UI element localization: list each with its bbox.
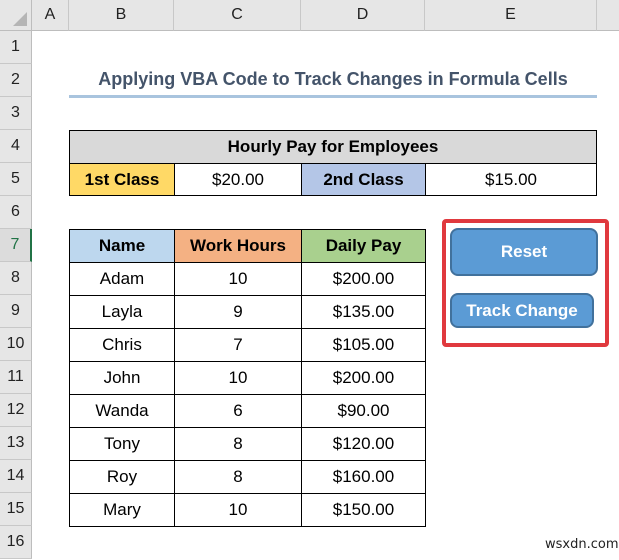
hours-cell[interactable]: 7 bbox=[174, 328, 302, 362]
row-header-9[interactable]: 9 bbox=[0, 295, 32, 328]
hours-cell[interactable]: 10 bbox=[174, 262, 302, 296]
row-header-15[interactable]: 15 bbox=[0, 493, 32, 526]
work-hours-column-header: Work Hours bbox=[174, 229, 302, 263]
name-cell[interactable]: John bbox=[69, 361, 175, 395]
row-header-2[interactable]: 2 bbox=[0, 64, 32, 97]
row-header-4[interactable]: 4 bbox=[0, 130, 32, 163]
name-cell[interactable]: Mary bbox=[69, 493, 175, 527]
pay-cell[interactable]: $150.00 bbox=[301, 493, 426, 527]
column-header-c[interactable]: C bbox=[174, 0, 301, 31]
class1-label: 1st Class bbox=[69, 163, 175, 196]
row-header-11[interactable]: 11 bbox=[0, 361, 32, 394]
sheet-title: Applying VBA Code to Track Changes in Fo… bbox=[98, 69, 568, 89]
row-header-3[interactable]: 3 bbox=[0, 97, 32, 130]
pay-cell[interactable]: $200.00 bbox=[301, 361, 426, 395]
pay-cell[interactable]: $105.00 bbox=[301, 328, 426, 362]
name-cell[interactable]: Wanda bbox=[69, 394, 175, 428]
class1-value[interactable]: $20.00 bbox=[174, 163, 302, 196]
row-header-7[interactable]: 7 bbox=[0, 229, 32, 262]
name-column-header: Name bbox=[69, 229, 175, 263]
title-underline bbox=[69, 95, 597, 98]
hourly-pay-header: Hourly Pay for Employees bbox=[69, 130, 597, 164]
track-change-button[interactable]: Track Change bbox=[450, 293, 594, 328]
row-header-6[interactable]: 6 bbox=[0, 196, 32, 229]
column-header-b[interactable]: B bbox=[69, 0, 174, 31]
hours-cell[interactable]: 9 bbox=[174, 295, 302, 329]
hours-cell[interactable]: 8 bbox=[174, 427, 302, 461]
column-header-d[interactable]: D bbox=[301, 0, 425, 31]
row-header-13[interactable]: 13 bbox=[0, 427, 32, 460]
class2-value[interactable]: $15.00 bbox=[425, 163, 597, 196]
daily-pay-column-header: Daily Pay bbox=[301, 229, 426, 263]
column-header-f[interactable] bbox=[597, 0, 619, 31]
row-header-10[interactable]: 10 bbox=[0, 328, 32, 361]
hours-cell[interactable]: 6 bbox=[174, 394, 302, 428]
pay-cell[interactable]: $200.00 bbox=[301, 262, 426, 296]
name-cell[interactable]: Layla bbox=[69, 295, 175, 329]
pay-cell[interactable]: $120.00 bbox=[301, 427, 426, 461]
column-header-e[interactable]: E bbox=[425, 0, 597, 31]
row-header-12[interactable]: 12 bbox=[0, 394, 32, 427]
reset-button[interactable]: Reset bbox=[450, 228, 598, 276]
hours-cell[interactable]: 10 bbox=[174, 493, 302, 527]
row-header-5[interactable]: 5 bbox=[0, 163, 32, 196]
class2-label: 2nd Class bbox=[301, 163, 426, 196]
hours-cell[interactable]: 8 bbox=[174, 460, 302, 494]
watermark: wsxdn.com bbox=[545, 537, 619, 552]
row-header-1[interactable]: 1 bbox=[0, 31, 32, 64]
pay-cell[interactable]: $90.00 bbox=[301, 394, 426, 428]
hours-cell[interactable]: 10 bbox=[174, 361, 302, 395]
pay-cell[interactable]: $135.00 bbox=[301, 295, 426, 329]
name-cell[interactable]: Roy bbox=[69, 460, 175, 494]
column-header-a[interactable]: A bbox=[32, 0, 69, 31]
select-all-triangle-icon bbox=[13, 12, 27, 26]
name-cell[interactable]: Adam bbox=[69, 262, 175, 296]
pay-cell[interactable]: $160.00 bbox=[301, 460, 426, 494]
name-cell[interactable]: Tony bbox=[69, 427, 175, 461]
row-header-8[interactable]: 8 bbox=[0, 262, 32, 295]
select-all-corner[interactable] bbox=[0, 0, 32, 31]
row-header-14[interactable]: 14 bbox=[0, 460, 32, 493]
row-header-16[interactable]: 16 bbox=[0, 526, 32, 559]
name-cell[interactable]: Chris bbox=[69, 328, 175, 362]
